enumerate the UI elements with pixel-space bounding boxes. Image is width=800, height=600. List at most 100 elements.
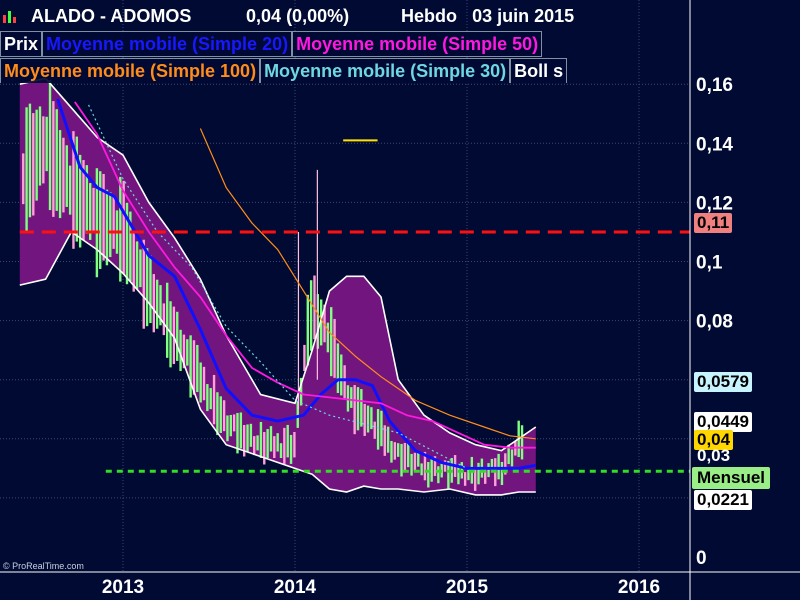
- price-bar: [400, 443, 403, 477]
- price-bar: [309, 280, 313, 351]
- price-bar: [239, 412, 243, 449]
- price-bar: [333, 318, 336, 378]
- price-bar: [366, 405, 370, 433]
- price-bar: [232, 414, 236, 432]
- price-bar: [487, 463, 490, 478]
- legend-sma30[interactable]: Moyenne mobile (Simple 30): [260, 58, 511, 83]
- y-tick-label: 0: [696, 548, 707, 569]
- symbol-name: ALADO - ADOMOS: [31, 6, 192, 26]
- price-bar: [407, 441, 410, 468]
- price-bar: [112, 194, 115, 249]
- price-bar: [363, 403, 366, 436]
- x-tick-label: 2014: [274, 577, 317, 598]
- price-bar: [192, 340, 196, 395]
- price-bar: [92, 187, 95, 234]
- price-change: 0,04 (0,00%): [246, 6, 350, 26]
- price-bar: [162, 303, 166, 336]
- x-tick-label: 2016: [618, 577, 660, 598]
- legend-row: Moyenne mobile (Simple 100) Moyenne mobil…: [0, 58, 690, 83]
- price-bar: [427, 462, 430, 488]
- price-bar: [48, 79, 52, 211]
- price-bar: [155, 279, 159, 329]
- price-bar: [22, 153, 25, 205]
- watermark: © ProRealTime.com: [3, 561, 84, 571]
- price-bar: [500, 461, 504, 485]
- price-bar: [256, 435, 259, 451]
- price-bar: [259, 421, 263, 458]
- timeframe[interactable]: Hebdo: [401, 2, 467, 30]
- y-tick-label: 0,08: [696, 312, 733, 333]
- price-bar: [336, 343, 340, 393]
- x-tick-label: 2015: [446, 577, 489, 598]
- price-bar: [353, 385, 356, 435]
- price-bar: [266, 429, 269, 458]
- price-bar: [350, 387, 353, 408]
- lower-band-badge: 0,0221: [694, 490, 752, 510]
- price-bar: [413, 452, 417, 472]
- price-bar: [209, 388, 212, 410]
- price-bar: [135, 241, 139, 290]
- price-bar: [186, 339, 189, 366]
- price-bar: [229, 414, 232, 437]
- price-bar: [420, 463, 423, 476]
- price-bar: [45, 116, 48, 172]
- price-bar: [55, 109, 58, 211]
- price-bar: [139, 249, 142, 288]
- legend-sma100[interactable]: Moyenne mobile (Simple 100): [0, 58, 261, 83]
- price-bar: [383, 425, 386, 456]
- price-bar: [119, 176, 122, 282]
- price-bar: [65, 145, 68, 207]
- price-bar: [410, 453, 413, 476]
- price-bar: [520, 425, 524, 460]
- price-bar: [286, 424, 289, 458]
- price-bar: [236, 412, 239, 454]
- price-bar: [149, 255, 152, 324]
- price-bar: [376, 409, 380, 450]
- price-bar: [303, 344, 306, 372]
- price-bar: [437, 466, 440, 484]
- price-bar: [393, 442, 397, 460]
- legend-sma50[interactable]: Moyenne mobile (Simple 50): [292, 31, 543, 57]
- price-bar: [360, 389, 363, 427]
- price-bar: [196, 344, 199, 393]
- price-bar: [373, 421, 376, 439]
- price-bar: [189, 335, 192, 398]
- legend-bollinger[interactable]: Boll s: [510, 58, 568, 83]
- price-bar: [176, 311, 179, 361]
- price-bar: [226, 415, 229, 442]
- x-tick-label: 2013: [102, 577, 144, 598]
- legend-sma20[interactable]: Moyenne mobile (Simple 20): [42, 31, 293, 57]
- price-bar: [403, 442, 407, 472]
- price-bar: [222, 400, 226, 432]
- price-bar: [122, 180, 125, 275]
- price-bar: [430, 459, 433, 482]
- price-bar: [510, 449, 514, 467]
- price-bar: [58, 130, 62, 219]
- price-bar: [52, 101, 55, 217]
- price-bar: [142, 239, 145, 329]
- price-bar: [390, 440, 393, 463]
- bars-icon: [0, 2, 26, 30]
- y-tick-label: 0,1: [696, 253, 723, 274]
- price-bar: [68, 165, 72, 215]
- price-bar: [463, 472, 467, 486]
- price-bar: [283, 427, 286, 464]
- price-bar: [105, 189, 109, 266]
- price-bar: [289, 434, 293, 464]
- chart-window: 00,020,040,060,080,10,120,140,1620132014…: [0, 0, 800, 600]
- price-bar: [343, 365, 346, 399]
- price-bar: [346, 385, 350, 412]
- price-bar: [25, 107, 28, 232]
- price-bar: [199, 362, 202, 403]
- price-chart[interactable]: 00,020,040,060,080,10,120,140,1620132014…: [0, 0, 800, 600]
- chart-background: [0, 0, 800, 600]
- chart-header: ALADO - ADOMOS 0,04 (0,00%) Hebdo 03 jui…: [0, 2, 574, 30]
- support-label-badge: Mensuel: [692, 467, 771, 489]
- price-bar: [28, 103, 32, 218]
- legend-price[interactable]: Prix: [0, 31, 43, 57]
- y-tick-label: 0,14: [696, 134, 733, 155]
- chart-date: 03 juin 2015: [472, 6, 575, 26]
- price-bar: [326, 322, 330, 353]
- sma30-value-badge: 0,0579: [694, 372, 752, 392]
- price-bar: [35, 109, 38, 201]
